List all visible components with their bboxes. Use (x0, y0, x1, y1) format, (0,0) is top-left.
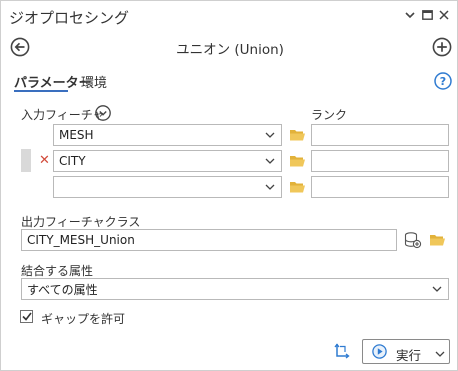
join-attributes-dropdown[interactable]: すべての属性 (21, 278, 449, 300)
input-feature-dropdown[interactable]: MESH (53, 124, 282, 146)
run-label: 実行 (396, 348, 422, 363)
browse-folder-icon[interactable] (289, 128, 306, 145)
input-feature-value: MESH (59, 128, 94, 142)
active-tab-indicator (14, 90, 68, 92)
rank-input[interactable] (311, 124, 449, 146)
batch-icon[interactable] (334, 343, 352, 362)
join-attributes-value: すべての属性 (27, 282, 98, 297)
chevron-down-icon (265, 155, 275, 167)
pane-menu-chevron-icon[interactable] (403, 8, 417, 22)
input-features-label: 入力フィーチャ (21, 108, 105, 122)
tab-environments[interactable]: 環境 (81, 72, 107, 91)
output-feature-class-input[interactable]: CITY_MESH_Union (21, 229, 397, 251)
svg-text:?: ? (440, 75, 446, 88)
add-icon[interactable] (432, 37, 452, 60)
chevron-down-icon (265, 181, 275, 193)
gaps-allowed-label: ギャップを許可 (41, 312, 126, 326)
join-attributes-label: 結合する属性 (21, 264, 94, 278)
output-feature-class-label: 出力フィーチャクラス (21, 215, 141, 229)
rank-input[interactable] (311, 176, 449, 198)
play-icon (372, 344, 387, 362)
input-feature-dropdown[interactable]: CITY (53, 150, 282, 172)
tool-title: ユニオン (Union) (176, 42, 284, 58)
browse-folder-icon[interactable] (289, 154, 306, 171)
chevron-down-icon (435, 347, 445, 361)
rank-input[interactable] (311, 150, 449, 172)
browse-folder-icon[interactable] (429, 233, 446, 250)
pane-title: ジオプロセシング (9, 9, 130, 27)
row-drag-handle[interactable] (21, 149, 31, 172)
geoprocessing-pane: ジオプロセシング ユニオン (Union) パラメーター 環境 ? 入力フィーチ… (0, 0, 458, 371)
input-feature-value: CITY (59, 154, 86, 168)
collapse-chevron-icon[interactable] (95, 105, 111, 124)
browse-folder-icon[interactable] (289, 180, 306, 197)
remove-row-icon[interactable]: ✕ (39, 153, 50, 168)
help-icon[interactable]: ? (434, 72, 452, 93)
tab-parameters[interactable]: パラメーター (14, 72, 92, 91)
input-feature-dropdown[interactable] (53, 176, 282, 198)
rank-label: ランク (311, 108, 348, 122)
run-button[interactable]: 実行 (362, 339, 450, 364)
gaps-allowed-checkbox[interactable] (20, 310, 33, 323)
maximize-icon[interactable] (420, 8, 434, 22)
chevron-down-icon (432, 283, 442, 295)
chevron-down-icon (265, 129, 275, 141)
close-icon[interactable] (437, 8, 451, 22)
database-icon[interactable] (404, 231, 422, 252)
